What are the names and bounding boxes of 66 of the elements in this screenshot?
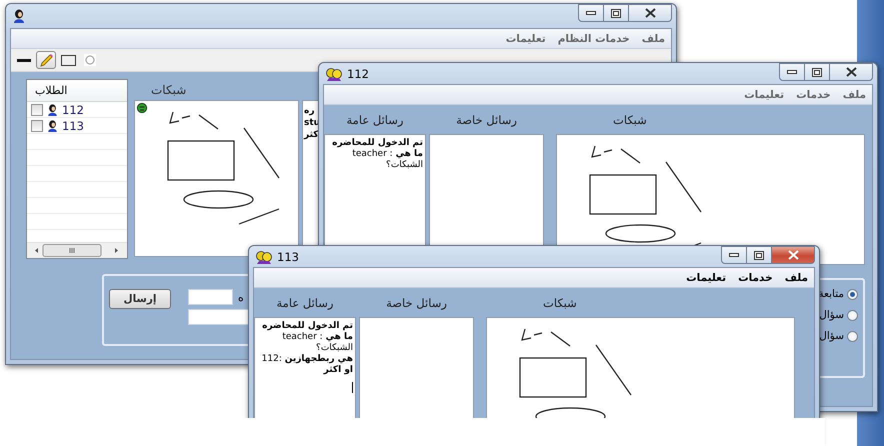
field-label: ه [238,290,244,304]
window-title: 113 [277,250,299,264]
message-line: تم الدخول للمحاضره [261,321,353,332]
close-icon [846,67,856,77]
column-header: رسائل خاصة [386,296,447,310]
close-icon [788,250,798,260]
menu-item[interactable]: خدمات [738,272,773,284]
column-header: الطلاب [35,84,68,97]
menu-item[interactable]: ملف [842,88,866,100]
menu-item[interactable]: تعليمات [506,32,546,44]
radio-button[interactable] [847,330,858,342]
menu-item[interactable]: خدمات النظام [558,32,630,44]
menu-item[interactable]: ملف [642,32,665,44]
users-icon [256,250,272,264]
maximize-icon [754,250,764,260]
maximize-icon [812,68,822,76]
minimize-button[interactable] [578,4,604,22]
minimize-icon [586,10,596,16]
student-name[interactable]: 113 [62,118,84,132]
column-header: شبكات [543,296,577,310]
input-field[interactable] [188,289,233,305]
checkbox[interactable] [31,104,43,116]
window-title: 112 [347,66,369,80]
minimize-icon [787,69,797,75]
user-icon [47,104,58,116]
maximize-icon [611,8,621,18]
user-icon [47,120,58,132]
minimize-icon [729,252,739,258]
user-icon [13,9,25,23]
radio-button[interactable] [847,310,858,320]
avatar-icon [137,103,147,113]
column-header: رسائل عامة [276,296,334,310]
message-line: الشبكات؟ [385,160,423,171]
rectangle-tool-icon [60,54,76,66]
maximize-button[interactable] [604,4,629,22]
menu-item[interactable]: تعليمات [686,272,726,284]
line-tool-icon [17,58,31,62]
student-name[interactable]: 112 [62,102,84,116]
close-icon [644,8,656,18]
option-label[interactable]: سؤال [819,309,844,321]
minimize-button[interactable] [721,246,747,264]
message-line: ره [304,105,316,117]
menu-item[interactable]: تعليمات [744,88,784,100]
send-button[interactable]: إرسال [109,289,171,309]
column-header: شبكات [613,112,647,126]
maximize-button[interactable] [805,63,830,81]
board-title: شبكات [151,82,186,96]
close-button[interactable] [830,63,873,81]
message-line: او اكثر [322,365,353,376]
maximize-button[interactable] [747,246,772,264]
option-label[interactable]: متابعة [818,288,844,300]
message-line: الشبكات؟ [315,343,353,354]
message-line: تم الدخول للمحاضره [331,138,423,149]
close-button[interactable] [629,4,672,22]
column-header: رسائل عامة [346,112,404,126]
users-icon [326,66,342,80]
menu-item[interactable]: ملف [784,272,808,284]
minimize-button[interactable] [779,63,805,81]
message-line: كثر [304,129,320,141]
checkbox[interactable] [31,120,43,132]
radio-button[interactable] [847,288,858,300]
menu-item[interactable]: خدمات [796,88,831,100]
option-label[interactable]: سؤال [819,330,844,342]
pencil-icon [38,52,54,68]
column-header: رسائل خاصة [456,112,517,126]
circle-tool-icon [84,54,96,66]
